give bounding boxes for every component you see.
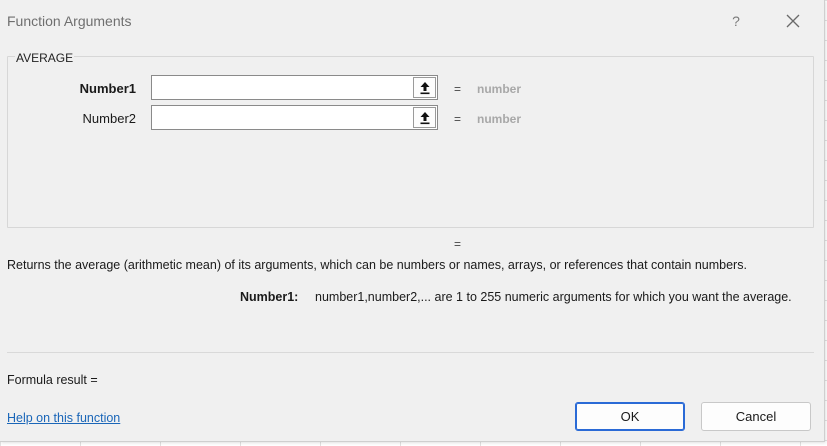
arg-label-number2: Number2 <box>82 111 136 126</box>
help-icon: ? <box>732 13 740 29</box>
arg-field-number1 <box>151 75 438 100</box>
current-arg-description: number1,number2,... are 1 to 255 numeric… <box>315 290 792 304</box>
help-button[interactable]: ? <box>721 8 751 34</box>
divider <box>7 352 814 353</box>
function-name: AVERAGE <box>15 51 75 65</box>
number1-input[interactable] <box>152 76 410 99</box>
upload-arrow-icon <box>420 81 429 94</box>
arg-label-number1: Number1 <box>79 81 136 96</box>
formula-result: Formula result = <box>7 373 98 387</box>
close-icon <box>786 14 800 28</box>
help-on-function-link[interactable]: Help on this function <box>7 411 120 425</box>
collapse-dialog-button-number1[interactable] <box>413 77 436 98</box>
collapse-dialog-button-number2[interactable] <box>413 107 436 128</box>
close-button[interactable] <box>778 8 808 34</box>
upload-arrow-icon <box>420 111 429 124</box>
arg-equals-number2: = <box>454 112 462 126</box>
function-arguments-dialog: Function Arguments ? AVERAGE Number1 = n… <box>0 0 825 442</box>
title-bar[interactable]: Function Arguments ? <box>0 0 824 42</box>
cancel-button[interactable]: Cancel <box>701 402 811 431</box>
arg-type-number2: number <box>477 112 522 126</box>
arg-equals-number1: = <box>454 82 462 96</box>
arg-field-number2 <box>151 105 438 130</box>
current-arg-name: Number1: <box>240 290 299 304</box>
function-description: Returns the average (arithmetic mean) of… <box>7 258 747 272</box>
ok-button[interactable]: OK <box>575 402 685 431</box>
arg-type-number1: number <box>477 82 522 96</box>
number2-input[interactable] <box>152 106 410 129</box>
dialog-title: Function Arguments <box>7 13 132 29</box>
function-result-equals: = <box>454 237 462 251</box>
